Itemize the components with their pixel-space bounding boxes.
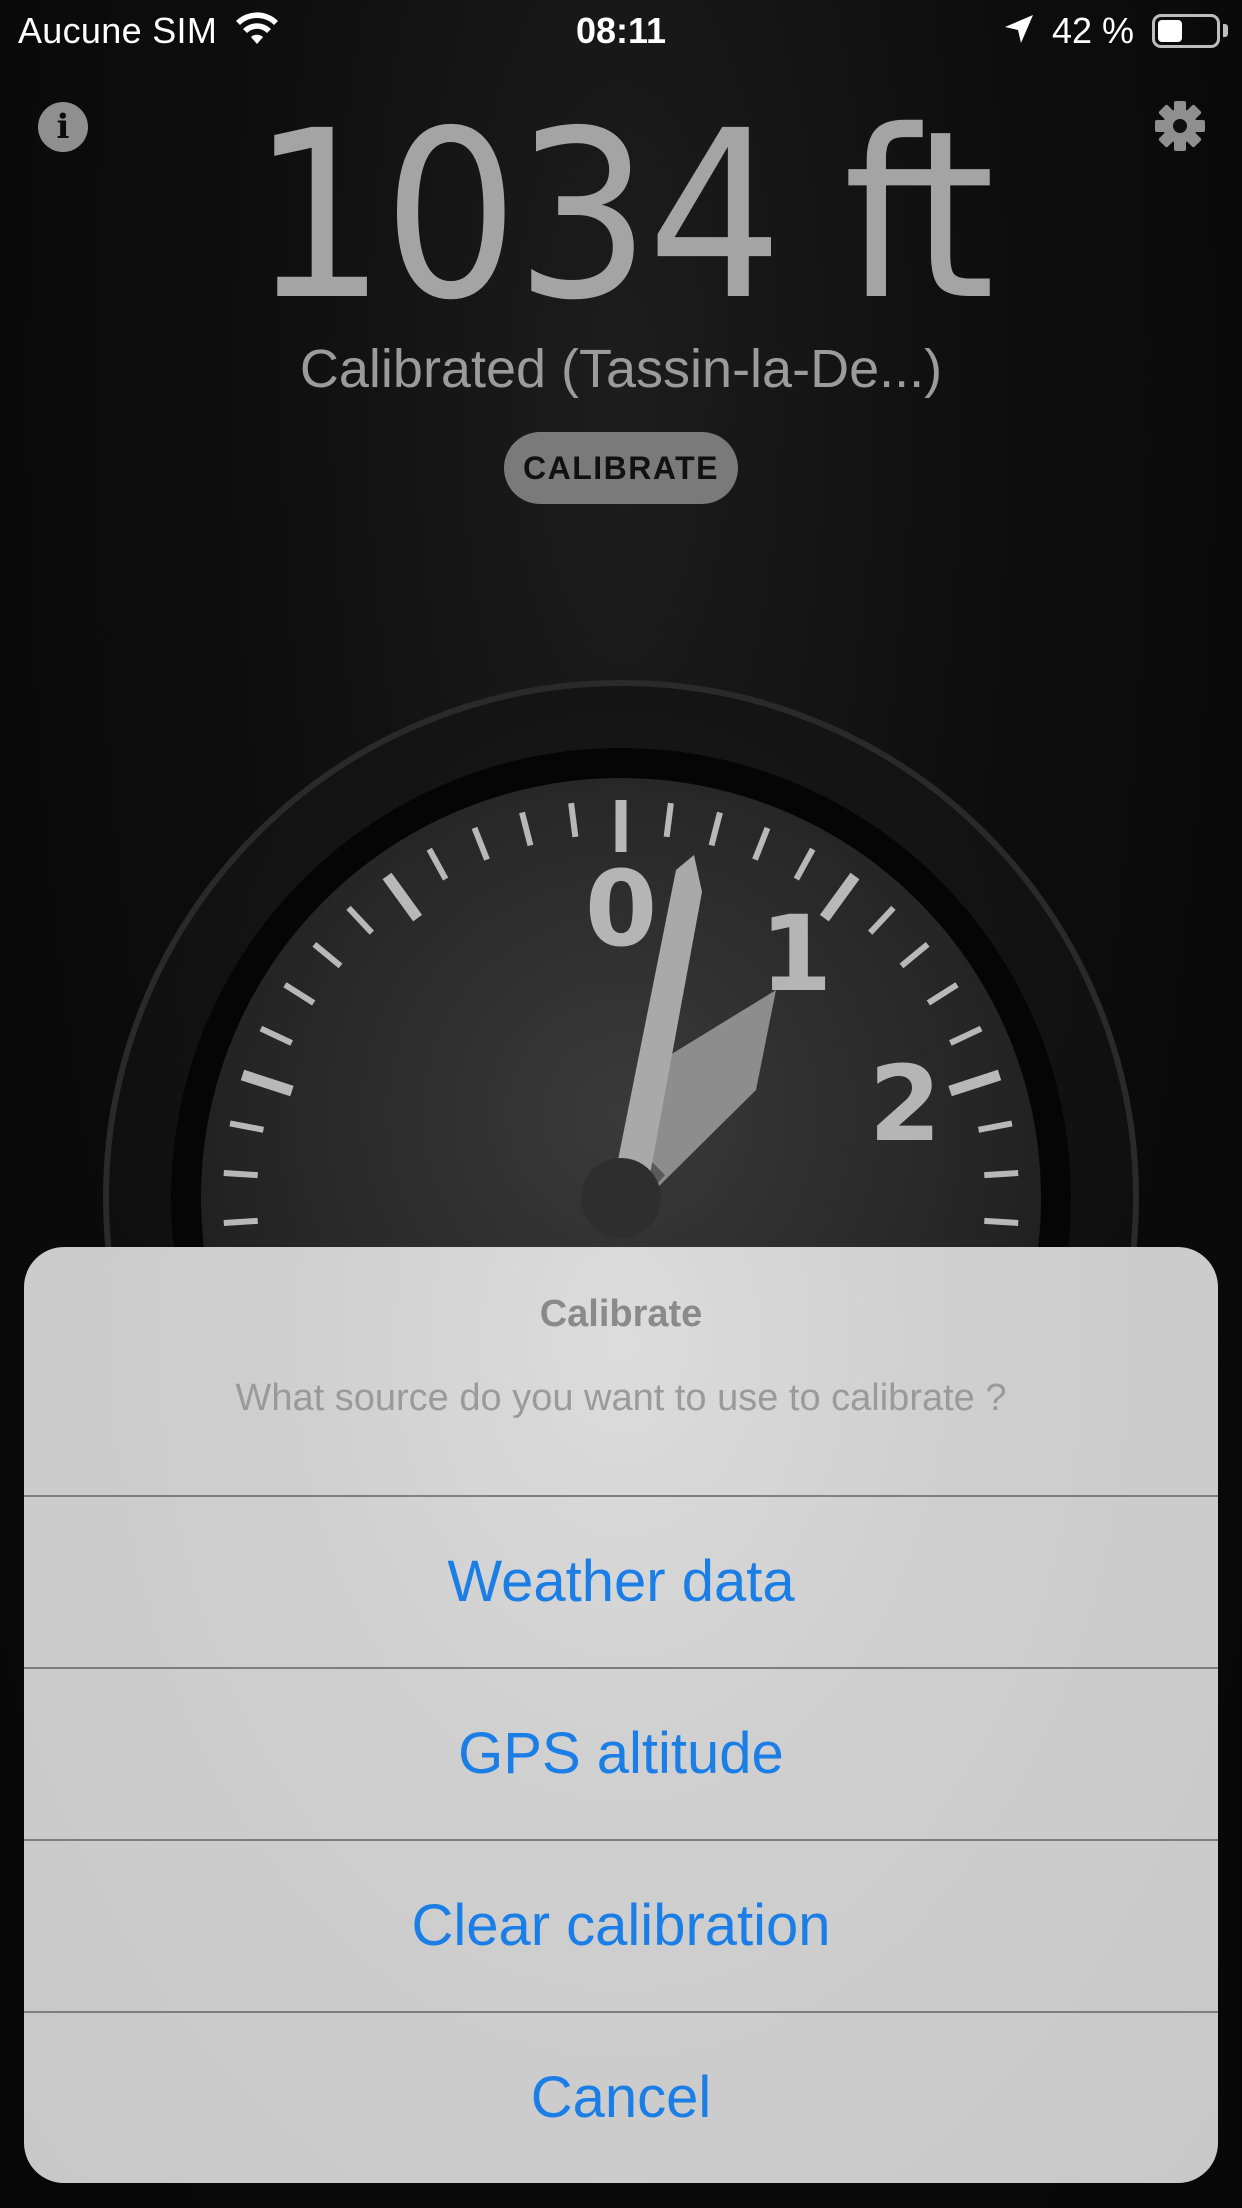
- calibrate-button[interactable]: CALIBRATE: [504, 432, 738, 504]
- battery-percent: 42 %: [1052, 10, 1135, 51]
- calibrate-action-sheet: Calibrate What source do you want to use…: [24, 1247, 1218, 2183]
- dial-minor-tick: [663, 802, 674, 838]
- dial-minor-tick: [984, 1170, 1019, 1179]
- calibration-status: Calibrated (Tassin-la-De...): [299, 339, 943, 399]
- weather-data-option[interactable]: Weather data: [24, 1495, 1218, 1667]
- dial-label-2: 2: [869, 1043, 941, 1165]
- battery-icon: [1152, 14, 1220, 48]
- action-sheet-message: What source do you want to use to calibr…: [235, 1377, 1007, 1419]
- location-arrow-icon: [1005, 15, 1033, 43]
- app-screen: 0 1 2 Aucune SIM 08:11 42 % i 1034 ft Ca…: [0, 0, 1242, 2208]
- dial-minor-tick: [984, 1217, 1019, 1226]
- dial-minor-tick: [223, 1217, 258, 1226]
- dial-minor-tick: [568, 802, 579, 838]
- altitude-readout: 1034 ft: [250, 81, 995, 351]
- cancel-option[interactable]: Cancel: [24, 2011, 1218, 2183]
- action-sheet-title: Calibrate: [539, 1293, 703, 1335]
- clear-calibration-option[interactable]: Clear calibration: [24, 1839, 1218, 2011]
- gps-altitude-option[interactable]: GPS altitude: [24, 1667, 1218, 1839]
- battery-level-fill: [1158, 20, 1182, 42]
- dial-hub: [581, 1158, 661, 1238]
- dial-minor-tick: [223, 1170, 258, 1179]
- status-bar: Aucune SIM 08:11 42 %: [0, 0, 1242, 62]
- action-sheet-header: Calibrate What source do you want to use…: [24, 1247, 1218, 1495]
- battery-cap: [1223, 24, 1228, 37]
- dial-label-0: 0: [585, 848, 657, 970]
